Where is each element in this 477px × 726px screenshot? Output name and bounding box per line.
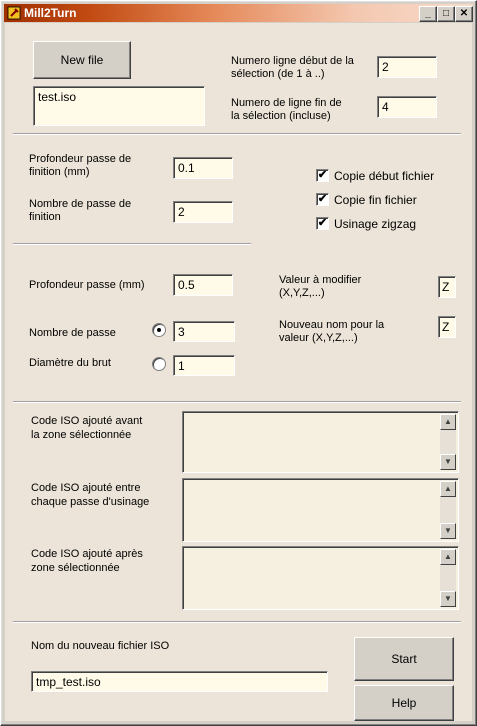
value-to-modify-label-2: (X,Y,Z,...): [279, 287, 325, 299]
iso-after-label-2: zone sélectionnée: [31, 562, 120, 574]
value-to-modify-label-1: Valeur à modifier: [279, 274, 362, 286]
app-window: Mill2Turn _ □ ✕ New file test.iso Numero…: [0, 0, 477, 726]
iso-before-textarea[interactable]: ▲ ▼: [182, 411, 459, 473]
finishing-count-label-2: finition: [29, 211, 61, 223]
finishing-count-input[interactable]: 2: [173, 201, 233, 223]
scroll-up-icon[interactable]: ▲: [440, 549, 456, 565]
finishing-depth-input[interactable]: 0.1: [173, 157, 233, 179]
scroll-up-icon[interactable]: ▲: [440, 414, 456, 430]
new-name-label-1: Nouveau nom pour la: [279, 319, 385, 331]
start-button[interactable]: Start: [354, 637, 454, 681]
pass-depth-label: Profondeur passe (mm): [29, 279, 145, 291]
maximize-button[interactable]: □: [437, 6, 455, 22]
iso-after-label-1: Code ISO ajouté après: [31, 548, 143, 560]
diameter-radio[interactable]: [152, 357, 166, 371]
selection-start-input[interactable]: 2: [377, 56, 437, 78]
window-title: Mill2Turn: [24, 6, 77, 20]
source-filename-field[interactable]: test.iso: [33, 86, 205, 126]
iso-between-label-2: chaque passe d'usinage: [31, 496, 150, 508]
diameter-input[interactable]: 1: [173, 355, 235, 376]
pass-count-label: Nombre de passe: [29, 327, 116, 339]
copy-end-checkbox[interactable]: ✔: [316, 193, 329, 206]
value-to-modify-input[interactable]: Z: [438, 276, 456, 298]
scrollbar[interactable]: ▲ ▼: [440, 481, 456, 539]
selection-end-label-2: la sélection (incluse): [231, 110, 331, 122]
title-bar[interactable]: Mill2Turn _ □ ✕: [4, 4, 473, 22]
close-button[interactable]: ✕: [455, 6, 473, 22]
new-name-input[interactable]: Z: [438, 316, 456, 338]
output-filename-label: Nom du nouveau fichier ISO: [31, 640, 170, 652]
scrollbar[interactable]: ▲ ▼: [440, 549, 456, 607]
selection-end-label-1: Numero de ligne fin de: [231, 97, 342, 109]
separator: [13, 133, 461, 135]
scroll-down-icon[interactable]: ▼: [440, 523, 456, 539]
selection-start-label-2: sélection (de 1 à ..): [231, 68, 325, 80]
zigzag-label: Usinage zigzag: [334, 217, 417, 231]
output-filename-input[interactable]: tmp_test.iso: [31, 671, 328, 692]
scroll-up-icon[interactable]: ▲: [440, 481, 456, 497]
scroll-down-icon[interactable]: ▼: [440, 454, 456, 470]
new-file-button[interactable]: New file: [33, 41, 131, 79]
finishing-depth-label-2: finition (mm): [29, 166, 90, 178]
separator: [13, 243, 251, 245]
main-panel: New file test.iso Numero ligne début de …: [5, 23, 472, 721]
wrench-app-icon: [7, 6, 21, 20]
scroll-down-icon[interactable]: ▼: [440, 591, 456, 607]
diameter-label: Diamètre du brut: [29, 357, 111, 369]
scrollbar[interactable]: ▲ ▼: [440, 414, 456, 470]
iso-after-textarea[interactable]: ▲ ▼: [182, 546, 459, 610]
pass-depth-input[interactable]: 0.5: [173, 274, 233, 296]
finishing-depth-label-1: Profondeur passe de: [29, 153, 132, 165]
separator: [13, 401, 461, 403]
copy-end-label: Copie fin fichier: [334, 193, 417, 207]
pass-count-radio[interactable]: [152, 323, 166, 337]
finishing-count-label-1: Nombre de passe de: [29, 198, 132, 210]
selection-end-input[interactable]: 4: [377, 96, 437, 118]
copy-start-label: Copie début fichier: [334, 169, 435, 183]
iso-before-label-1: Code ISO ajouté avant: [31, 415, 143, 427]
help-button[interactable]: Help: [354, 685, 454, 721]
minimize-button[interactable]: _: [419, 6, 437, 22]
new-name-label-2: valeur (X,Y,Z,...): [279, 332, 358, 344]
pass-count-input[interactable]: 3: [173, 321, 235, 342]
separator: [13, 621, 461, 623]
iso-between-label-1: Code ISO ajouté entre: [31, 482, 141, 494]
copy-start-checkbox[interactable]: ✔: [316, 169, 329, 182]
zigzag-checkbox[interactable]: ✔: [316, 217, 329, 230]
selection-start-label-1: Numero ligne début de la: [231, 55, 354, 67]
iso-before-label-2: la zone sélectionnée: [31, 429, 132, 441]
iso-between-textarea[interactable]: ▲ ▼: [182, 478, 459, 542]
